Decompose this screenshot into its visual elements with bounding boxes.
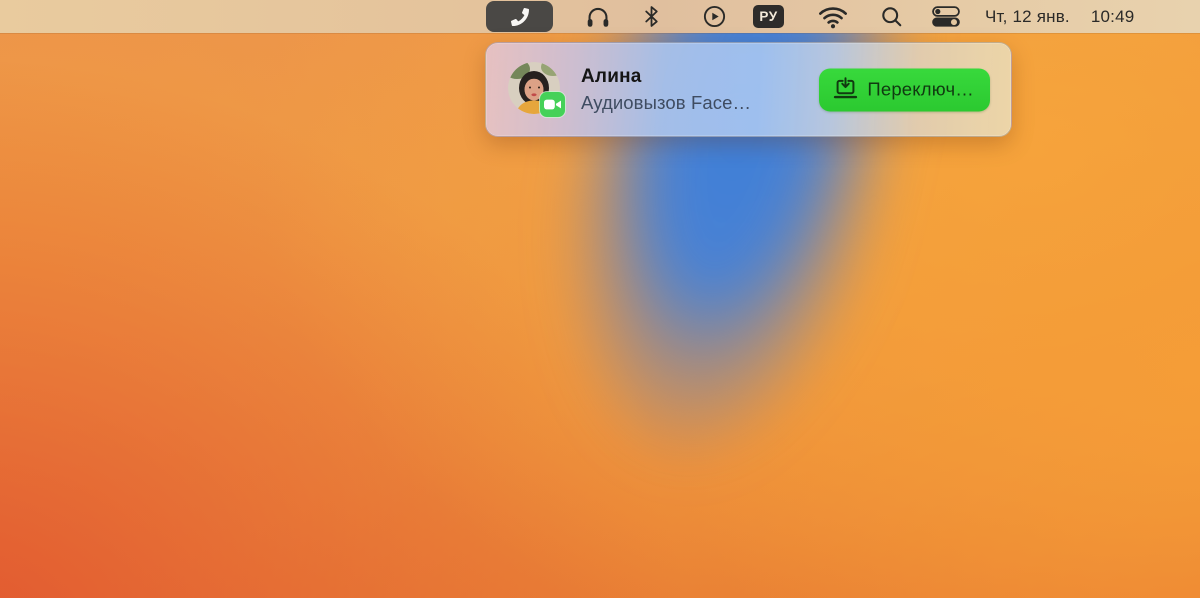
menu-bar-item-input-source[interactable]: РУ — [753, 5, 784, 28]
menu-bar-item-wifi[interactable] — [818, 6, 848, 29]
menu-bar-clock[interactable]: Чт, 12 янв. 10:49 — [985, 0, 1134, 33]
handoff-to-mac-icon — [833, 77, 858, 103]
menu-bar-item-call[interactable] — [486, 1, 553, 32]
notification-title: Алина — [581, 65, 642, 87]
headphones-icon — [585, 4, 611, 29]
facetime-video-icon — [539, 91, 566, 118]
menu-bar-item-control-center[interactable] — [932, 6, 960, 27]
wifi-icon — [818, 6, 848, 29]
menu-bar: РУ Чт, 12 янв. 10:49 — [0, 0, 1200, 33]
keyboard-layout-label: РУ — [759, 9, 778, 24]
switch-call-button[interactable]: Переключ… — [819, 68, 990, 111]
notification-subtitle: Аудиовызов Face… — [581, 91, 752, 113]
clock-time: 10:49 — [1090, 6, 1135, 26]
menu-bar-item-bluetooth[interactable] — [644, 6, 659, 27]
menu-bar-item-now-playing[interactable] — [703, 5, 726, 28]
clock-date: Чт, 12 янв. — [985, 6, 1070, 26]
notification-text: Алина Аудиовызов Face… — [581, 43, 751, 136]
menu-bar-item-spotlight[interactable] — [881, 6, 903, 28]
facetime-call-notification[interactable]: Алина Аудиовызов Face… Переключ… — [485, 42, 1012, 137]
play-circle-icon — [703, 5, 726, 28]
control-center-icon — [932, 6, 960, 27]
bluetooth-icon — [644, 6, 659, 27]
search-icon — [881, 6, 903, 28]
avatar — [508, 62, 566, 118]
menu-bar-item-headphones[interactable] — [585, 4, 611, 29]
phone-icon — [510, 7, 529, 26]
desktop: РУ Чт, 12 янв. 10:49 Алина Аудиовызов Fa… — [0, 0, 1200, 598]
switch-call-button-label: Переключ… — [867, 78, 974, 100]
